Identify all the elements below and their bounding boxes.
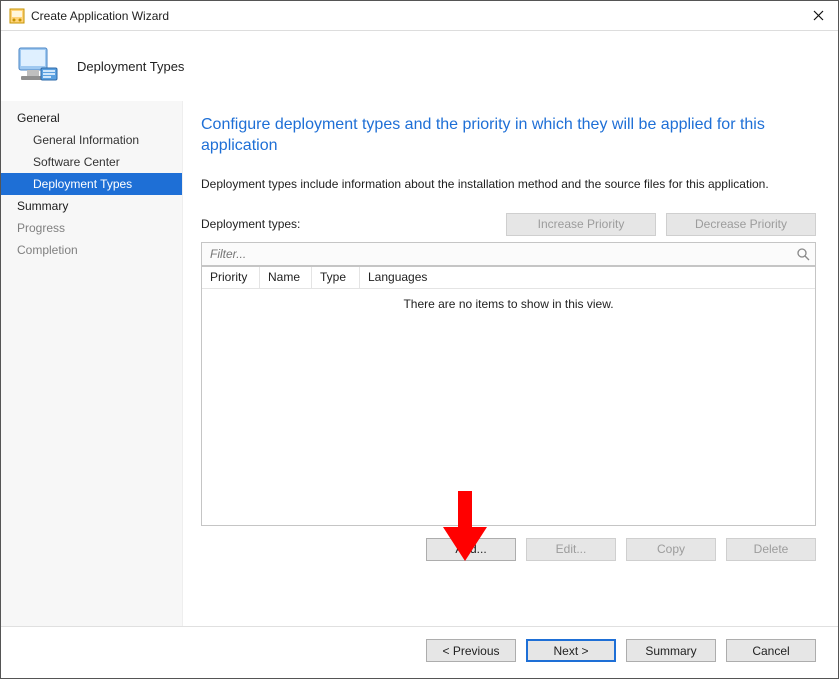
nav-item-general[interactable]: General [1, 107, 182, 129]
deployment-types-list[interactable]: Priority Name Type Languages There are n… [201, 266, 816, 526]
page-description: Deployment types include information abo… [201, 177, 816, 191]
nav-item-completion: Completion [1, 239, 182, 261]
add-button[interactable]: Add... [426, 538, 516, 561]
cancel-button[interactable]: Cancel [726, 639, 816, 662]
wizard-body: General General Information Software Cen… [1, 101, 838, 626]
main-pane: Configure deployment types and the prior… [183, 101, 838, 626]
titlebar: Create Application Wizard [1, 1, 838, 31]
col-name[interactable]: Name [260, 267, 312, 288]
nav-sidebar: General General Information Software Cen… [1, 101, 183, 626]
deployment-types-header-row: Deployment types: Increase Priority Decr… [201, 213, 816, 236]
wizard-step-title: Deployment Types [77, 59, 184, 74]
edit-button: Edit... [526, 538, 616, 561]
window-title: Create Application Wizard [31, 9, 169, 23]
page-headline: Configure deployment types and the prior… [201, 115, 816, 157]
wizard-footer: < Previous Next > Summary Cancel [1, 626, 838, 678]
deployment-types-label: Deployment types: [201, 217, 300, 231]
list-header: Priority Name Type Languages [202, 267, 815, 289]
increase-priority-button: Increase Priority [506, 213, 656, 236]
col-languages[interactable]: Languages [360, 267, 815, 288]
col-type[interactable]: Type [312, 267, 360, 288]
app-icon [9, 8, 25, 24]
nav-item-software-center[interactable]: Software Center [1, 151, 182, 173]
list-empty-text: There are no items to show in this view. [202, 289, 815, 525]
previous-button[interactable]: < Previous [426, 639, 516, 662]
filter-input[interactable] [208, 246, 795, 262]
header-band: Deployment Types [1, 31, 838, 101]
copy-button: Copy [626, 538, 716, 561]
nav-item-deployment-types[interactable]: Deployment Types [1, 173, 182, 195]
search-icon [795, 246, 811, 262]
close-icon [813, 10, 824, 21]
filter-box[interactable] [201, 242, 816, 266]
nav-item-summary[interactable]: Summary [1, 195, 182, 217]
nav-item-general-information[interactable]: General Information [1, 129, 182, 151]
col-priority[interactable]: Priority [202, 267, 260, 288]
close-button[interactable] [798, 1, 838, 31]
wizard-window: Create Application Wizard Deployment Typ… [0, 0, 839, 679]
next-button[interactable]: Next > [526, 639, 616, 662]
list-action-row: Add... Edit... Copy Delete [201, 538, 816, 561]
wizard-step-icon [13, 42, 61, 90]
summary-button[interactable]: Summary [626, 639, 716, 662]
nav-item-progress: Progress [1, 217, 182, 239]
delete-button: Delete [726, 538, 816, 561]
decrease-priority-button: Decrease Priority [666, 213, 816, 236]
